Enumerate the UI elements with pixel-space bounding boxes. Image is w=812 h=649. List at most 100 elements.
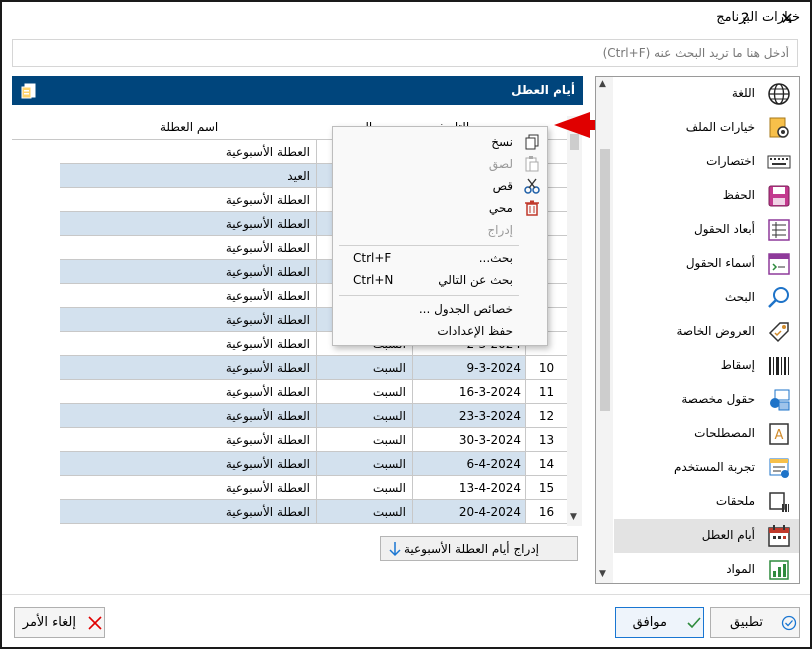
table-row[interactable]: العطلة الأسبوعية السبت 6-4-2024 14 — [12, 452, 567, 476]
menu-item-find[interactable]: بحث... Ctrl+F — [333, 247, 547, 269]
sidebar-item-label: المواد — [726, 562, 755, 576]
menu-item-cut[interactable]: قص — [333, 175, 547, 197]
cell-holiday-name[interactable]: العطلة الأسبوعية — [60, 404, 317, 428]
sidebar-item[interactable]: الحفظ — [614, 179, 799, 213]
grid-scrollbar[interactable]: ▲ ▼ — [567, 116, 582, 526]
sidebar-item[interactable]: أبعاد الحقول — [614, 213, 799, 247]
scroll-down-icon[interactable]: ▼ — [570, 512, 577, 522]
cell-date[interactable]: 13-4-2024 — [413, 476, 526, 500]
cancel-x-icon — [88, 616, 102, 630]
cell-row-number[interactable]: 11 — [526, 380, 567, 404]
sidebar-item[interactable]: اختصارات — [614, 145, 799, 179]
cell-holiday-name[interactable]: العطلة الأسبوعية — [60, 356, 317, 380]
cell-day[interactable]: السبت — [317, 452, 413, 476]
cell-holiday-name[interactable]: العطلة الأسبوعية — [60, 428, 317, 452]
sidebar-item-label: اختصارات — [706, 154, 755, 168]
cell-date[interactable]: 6-4-2024 — [413, 452, 526, 476]
ok-button[interactable]: موافق — [615, 607, 704, 638]
menu-item-paste[interactable]: لصق — [333, 153, 547, 175]
cell-holiday-name[interactable]: العطلة الأسبوعية — [60, 284, 317, 308]
cell-day[interactable]: السبت — [317, 356, 413, 380]
cell-holiday-name[interactable]: العيد — [60, 164, 317, 188]
menu-item-find-next[interactable]: بحث عن التالي Ctrl+N — [333, 269, 547, 291]
sidebar-item[interactable]: إسقاط — [614, 349, 799, 383]
scissors-icon — [524, 178, 540, 194]
sidebar-item[interactable]: أسماء الحقول — [614, 247, 799, 281]
sidebar-item-label: حقول مخصصة — [681, 392, 755, 406]
document-icon[interactable] — [20, 82, 38, 100]
sidebar-item[interactable]: العروض الخاصة — [614, 315, 799, 349]
sidebar-item[interactable]: A المصطلحات — [614, 417, 799, 451]
cell-holiday-name[interactable]: العطلة الأسبوعية — [60, 380, 317, 404]
cell-holiday-name[interactable]: العطلة الأسبوعية — [60, 212, 317, 236]
cell-date[interactable]: 30-3-2024 — [413, 428, 526, 452]
menu-separator — [339, 295, 519, 296]
cell-date[interactable]: 9-3-2024 — [413, 356, 526, 380]
cell-holiday-name[interactable]: العطلة الأسبوعية — [60, 332, 317, 356]
sidebar-item-label: إسقاط — [720, 358, 755, 372]
section-title: أيام العطل — [511, 83, 575, 97]
cell-holiday-name[interactable]: العطلة الأسبوعية — [60, 260, 317, 284]
sidebar-item[interactable]: حقول مخصصة — [614, 383, 799, 417]
search-input[interactable] — [12, 39, 798, 67]
cell-date[interactable]: 23-3-2024 — [413, 404, 526, 428]
menu-item-delete[interactable]: محي — [333, 197, 547, 219]
cell-holiday-name[interactable]: العطلة الأسبوعية — [60, 188, 317, 212]
paste-icon — [525, 156, 539, 172]
cell-row-number[interactable]: 15 — [526, 476, 567, 500]
sidebar-item[interactable]: المواد — [614, 553, 799, 583]
cell-day[interactable]: السبت — [317, 404, 413, 428]
table-row[interactable]: العطلة الأسبوعية السبت 23-3-2024 12 — [12, 404, 567, 428]
sidebar-item-label: خيارات الملف — [685, 120, 755, 134]
cell-day[interactable]: السبت — [317, 476, 413, 500]
sidebar-item[interactable]: ملحقات — [614, 485, 799, 519]
close-button[interactable]: ✕ — [774, 6, 800, 32]
keyboard-icon — [767, 155, 791, 169]
sidebar-item[interactable]: تجربة المستخدم — [614, 451, 799, 485]
table-row[interactable]: العطلة الأسبوعية السبت 16-3-2024 11 — [12, 380, 567, 404]
sidebar-item[interactable]: أيام العطل — [614, 519, 799, 553]
cell-row-number[interactable]: 13 — [526, 428, 567, 452]
scroll-down-icon[interactable]: ▼ — [599, 569, 606, 579]
barcode-icon — [769, 357, 789, 375]
table-row[interactable]: العطلة الأسبوعية السبت 13-4-2024 15 — [12, 476, 567, 500]
table-row[interactable]: العطلة الأسبوعية السبت 9-3-2024 10 — [12, 356, 567, 380]
apply-button[interactable]: تطبيق — [710, 607, 800, 638]
sidebar-item[interactable]: البحث — [614, 281, 799, 315]
sidebar-item[interactable]: اللغة — [614, 77, 799, 111]
cell-holiday-name[interactable]: العطلة الأسبوعية — [60, 476, 317, 500]
sidebar-item-label: ملحقات — [715, 494, 755, 508]
cancel-button[interactable]: إلغاء الأمر — [14, 607, 105, 638]
cell-date[interactable]: 16-3-2024 — [413, 380, 526, 404]
sidebar-item[interactable]: خيارات الملف — [614, 111, 799, 145]
cell-row-number[interactable]: 16 — [526, 500, 567, 524]
menu-item-save-settings[interactable]: حفظ الإعدادات — [333, 320, 547, 342]
cell-day[interactable]: السبت — [317, 428, 413, 452]
scroll-up-icon[interactable]: ▲ — [599, 79, 606, 89]
help-button[interactable]: ? — [732, 6, 758, 32]
cell-row-number[interactable]: 14 — [526, 452, 567, 476]
field-dimensions-icon — [768, 219, 790, 241]
cell-holiday-name[interactable]: العطلة الأسبوعية — [60, 236, 317, 260]
cell-holiday-name[interactable]: العطلة الأسبوعية — [60, 500, 317, 524]
category-scrollbar[interactable]: ▲ ▼ — [596, 77, 613, 583]
cell-date[interactable]: 20-4-2024 — [413, 500, 526, 524]
menu-item-insert[interactable]: إدراج — [333, 219, 547, 241]
category-list[interactable]: ▲ ▼ اللغة خيارات الملف اختصارات الحفظ أبعاد … — [595, 76, 800, 584]
insert-weekly-holidays-button[interactable]: إدراج أيام العطلة الأسبوعية — [380, 536, 578, 561]
cell-day[interactable]: السبت — [317, 380, 413, 404]
menu-item-copy[interactable]: نسخ — [333, 131, 547, 153]
cell-holiday-name[interactable]: العطلة الأسبوعية — [60, 452, 317, 476]
header-holiday-name[interactable]: اسم العطلة — [160, 120, 218, 134]
cell-holiday-name[interactable]: العطلة الأسبوعية — [60, 308, 317, 332]
sidebar-item-label: أسماء الحقول — [685, 256, 755, 270]
cell-row-number[interactable]: 10 — [526, 356, 567, 380]
menu-item-table-properties[interactable]: خصائص الجدول ... — [333, 298, 547, 320]
cell-day[interactable]: السبت — [317, 500, 413, 524]
scroll-thumb[interactable] — [600, 149, 610, 411]
cell-row-number[interactable]: 12 — [526, 404, 567, 428]
globe-icon — [768, 83, 790, 105]
cell-holiday-name[interactable]: العطلة الأسبوعية — [60, 140, 317, 164]
table-row[interactable]: العطلة الأسبوعية السبت 20-4-2024 16 — [12, 500, 567, 524]
table-row[interactable]: العطلة الأسبوعية السبت 30-3-2024 13 — [12, 428, 567, 452]
